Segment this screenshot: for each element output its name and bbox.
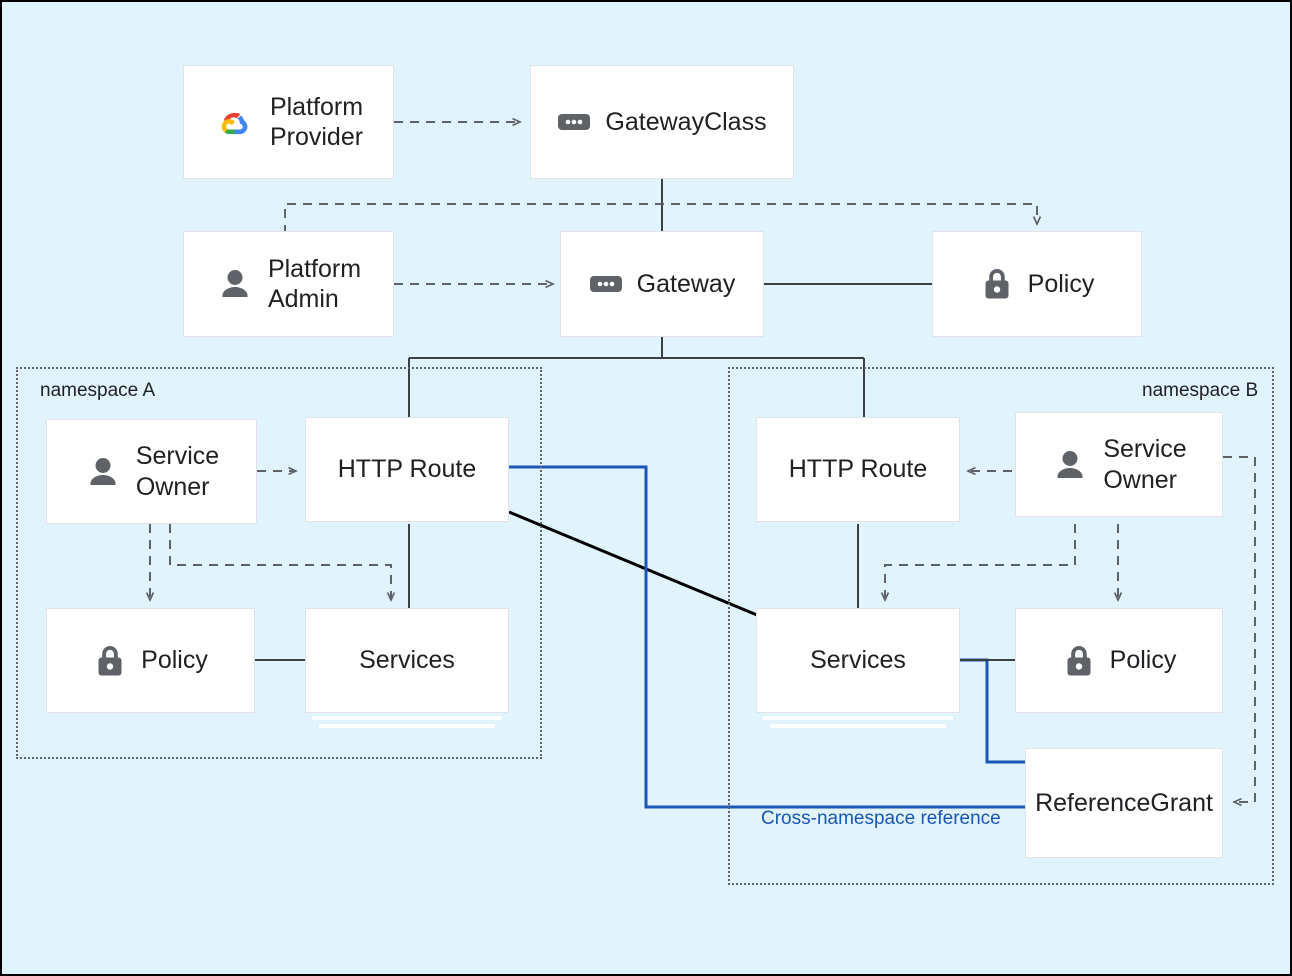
node-label: Policy [1027, 269, 1095, 298]
node-http-route-b[interactable]: HTTP Route [756, 417, 960, 522]
person-icon [84, 453, 122, 491]
node-label: GatewayClass [605, 107, 767, 136]
node-reference-grant[interactable]: ReferenceGrant [1025, 748, 1223, 858]
cross-namespace-reference-label: Cross-namespace reference [761, 808, 1001, 829]
person-icon [1051, 446, 1089, 484]
node-label: Policy [141, 646, 208, 675]
node-platform-admin[interactable]: Platform Admin [183, 231, 394, 337]
services-b-stack-2 [770, 724, 946, 728]
node-label: Gateway [636, 269, 736, 298]
lock-icon [93, 642, 127, 680]
node-service-owner-a[interactable]: Service Owner [46, 419, 257, 524]
node-label: Service Owner [1103, 435, 1187, 494]
lock-icon [1062, 642, 1096, 680]
node-http-route-a[interactable]: HTTP Route [305, 417, 509, 522]
node-policy-a[interactable]: Policy [46, 608, 255, 713]
services-a-stack-2 [319, 724, 495, 728]
gatewayclass-icon [557, 111, 591, 133]
node-services-a[interactable]: Services [305, 608, 509, 713]
person-icon [216, 265, 254, 303]
services-b-stack-1 [763, 716, 953, 720]
node-gateway[interactable]: Gateway [560, 231, 764, 337]
node-label: Platform Admin [267, 254, 362, 314]
gatewayclass-icon [589, 273, 623, 295]
node-label: ReferenceGrant [1035, 788, 1213, 817]
edge-route-a-to-services-b [508, 510, 758, 617]
namespace-b-label: namespace B [1142, 380, 1259, 401]
services-a-stack-1 [312, 716, 502, 720]
node-label: HTTP Route [788, 455, 928, 484]
node-gatewayclass[interactable]: GatewayClass [530, 65, 794, 179]
node-services-b[interactable]: Services [756, 608, 960, 713]
google-cloud-icon [214, 105, 256, 139]
lock-icon [980, 265, 1014, 303]
node-label: Services [810, 646, 906, 675]
node-policy-top[interactable]: Policy [932, 231, 1142, 337]
namespace-a-label: namespace A [40, 380, 156, 401]
node-label: HTTP Route [337, 455, 477, 484]
node-policy-b[interactable]: Policy [1015, 608, 1223, 713]
node-service-owner-b[interactable]: Service Owner [1015, 412, 1223, 517]
node-label: Platform Provider [269, 92, 364, 152]
node-label: Services [359, 646, 455, 675]
node-platform-provider[interactable]: Platform Provider [183, 65, 394, 179]
node-label: Service Owner [135, 442, 220, 501]
node-label: Policy [1109, 646, 1177, 675]
gateway-api-diagram: namespace A namespace B Platform Provide… [0, 0, 1292, 976]
